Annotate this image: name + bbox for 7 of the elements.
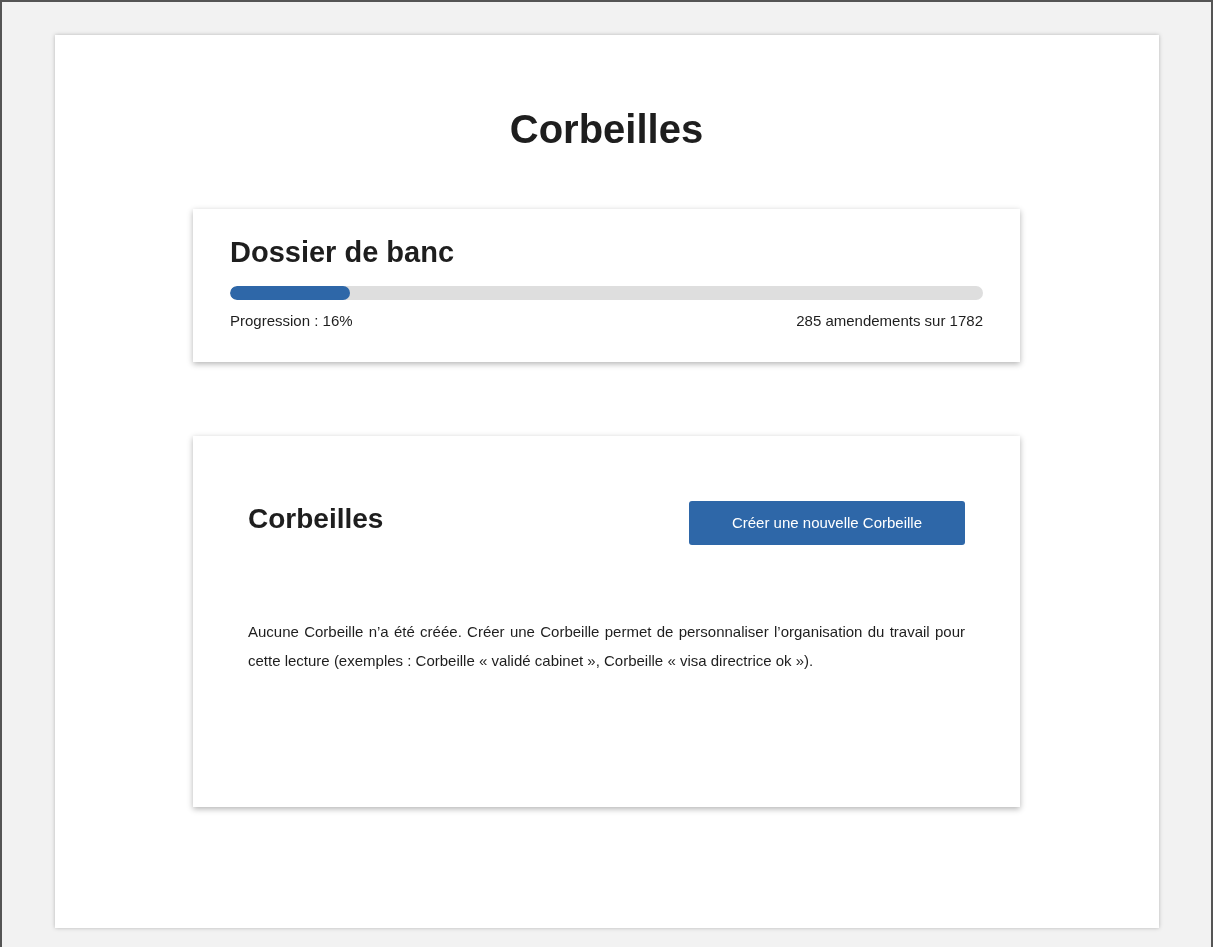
empty-message: Aucune Corbeille n’a été créée. Créer une Corbeille permet de personnaliser l’organisation du travail pour cette lecture (exemples : Corbeille « validé cabinet », Corbeille « visa directrice ok »). [248, 622, 965, 671]
progress-label: Progression : 16% [230, 310, 353, 331]
card-title: Corbeilles [248, 502, 384, 536]
create-basket-button[interactable]: Créer une nouvelle Corbeille [689, 501, 965, 545]
page-title: Corbeilles [509, 106, 704, 153]
card-title: Dossier de banc [230, 235, 456, 270]
amendment-count: 285 amendements sur 1782 [796, 310, 983, 331]
